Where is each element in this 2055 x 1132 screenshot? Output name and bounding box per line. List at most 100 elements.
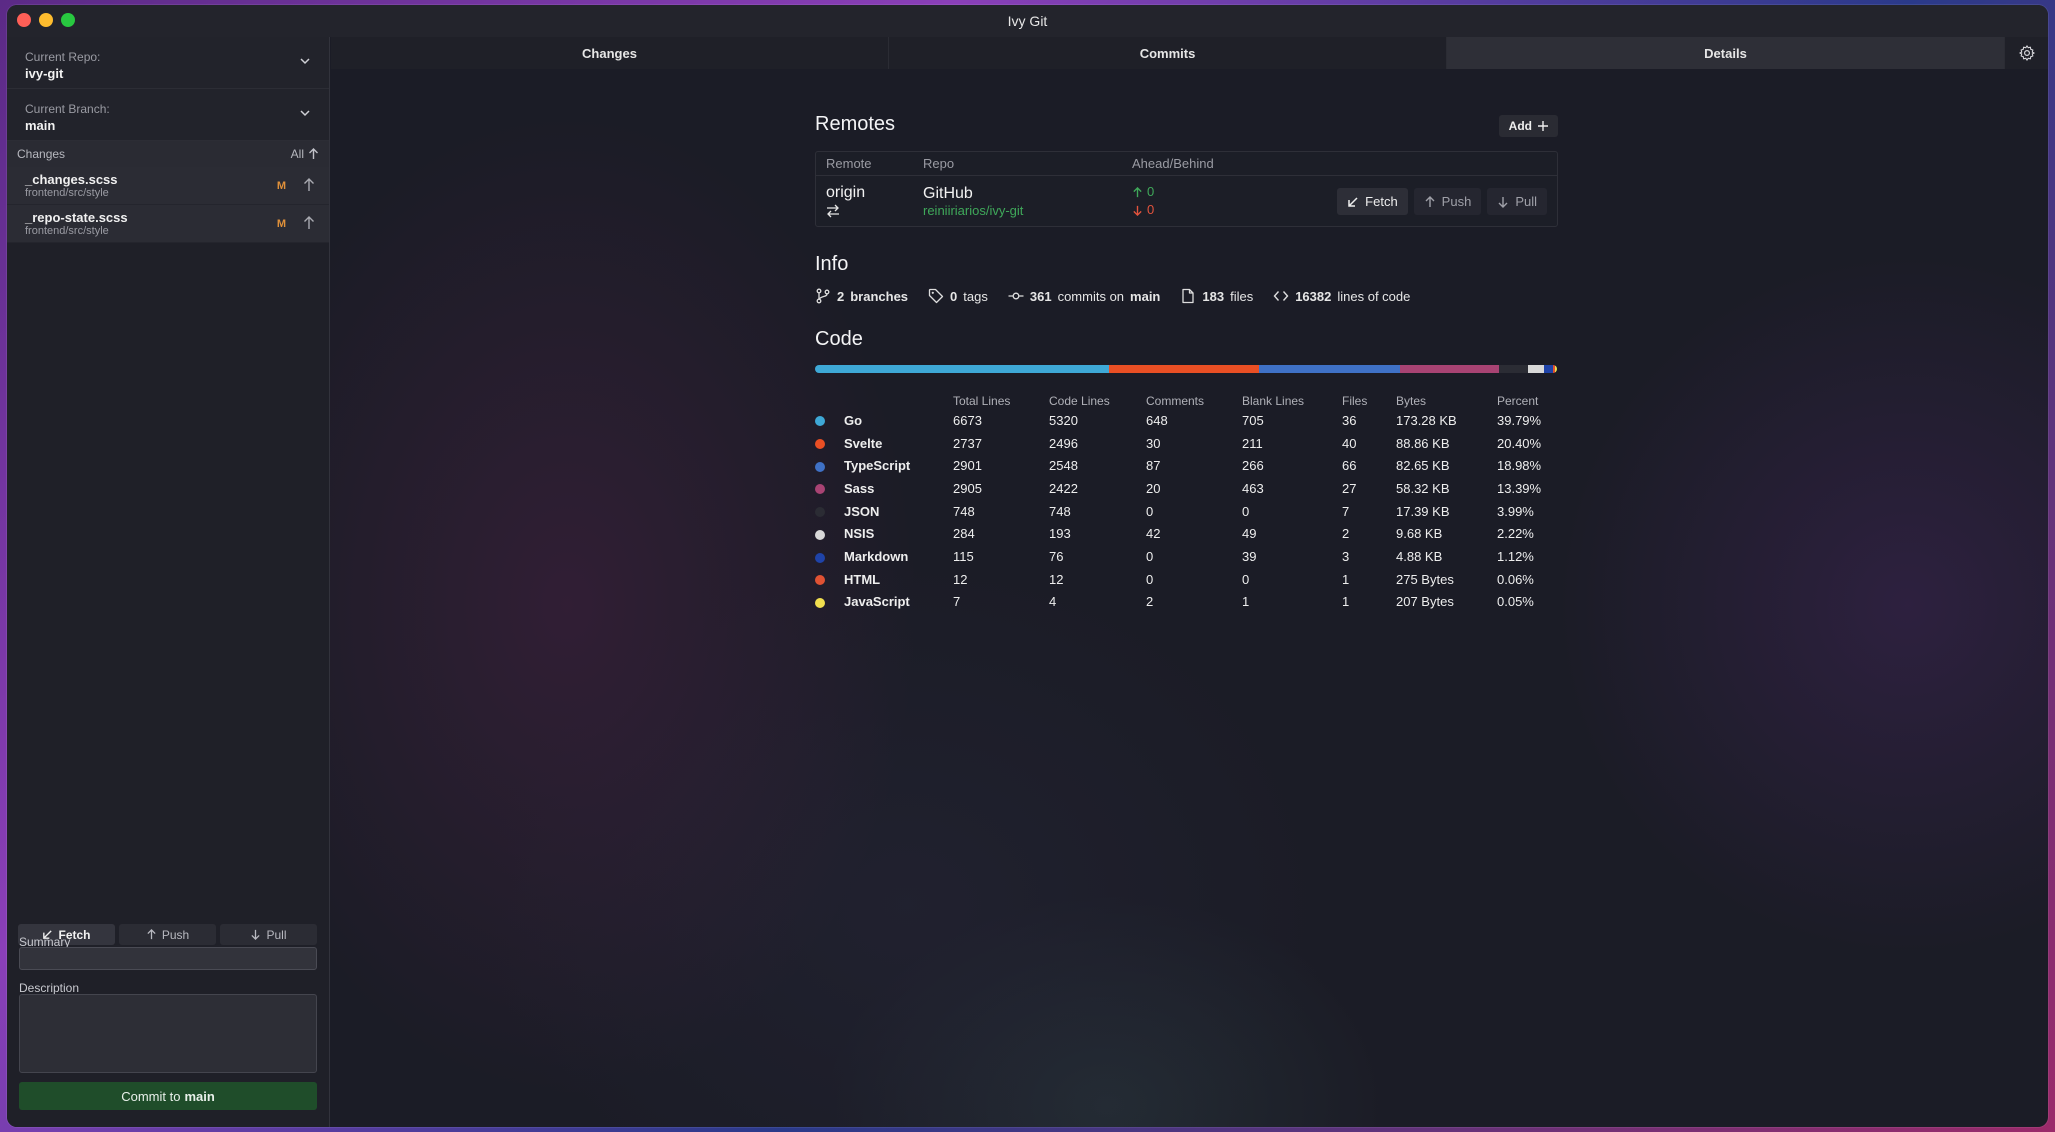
repo-picker[interactable]: Current Repo: ivy-git xyxy=(7,37,329,89)
remote-push-button[interactable]: Push xyxy=(1413,188,1482,215)
arrow-down-icon xyxy=(1133,205,1142,216)
commit-button-branch: main xyxy=(184,1088,215,1104)
language-name: HTML xyxy=(844,571,881,587)
blank-lines-cell: 211 xyxy=(1242,435,1263,451)
percent-cell: 3.99% xyxy=(1497,503,1534,519)
info-title: Info xyxy=(815,253,849,275)
files-cell: 1 xyxy=(1342,571,1350,587)
percent-cell: 18.98% xyxy=(1497,458,1542,474)
branch-picker[interactable]: Current Branch: main xyxy=(7,89,329,141)
file-icon xyxy=(1182,288,1195,304)
sidebar-pull-button[interactable]: Pull xyxy=(220,924,317,945)
tab-commits[interactable]: Commits xyxy=(889,37,1447,69)
close-window-button[interactable] xyxy=(17,13,31,27)
code-lines-cell: 2496 xyxy=(1049,435,1078,451)
remote-fetch-button[interactable]: Fetch xyxy=(1337,188,1408,215)
code-title: Code xyxy=(815,328,863,350)
code-lines-cell: 4 xyxy=(1049,594,1057,610)
tags-label: tags xyxy=(963,288,988,304)
stage-all-button[interactable]: All xyxy=(291,147,319,161)
language-share-segment xyxy=(1527,365,1545,373)
file-path: frontend/src/style xyxy=(25,187,109,199)
language-name-cell: TypeScript xyxy=(815,454,953,477)
total-lines-cell: 115 xyxy=(953,548,974,564)
remote-row: origin GitHub reiniiriarios/ivy-git 0 0 xyxy=(816,176,1557,226)
remote-push-label: Push xyxy=(1441,194,1472,209)
language-name: NSIS xyxy=(844,526,875,542)
lines-count: 16382 xyxy=(1295,288,1332,304)
language-row: JSON 748 748 0 0 7 17.39 KB 3.99% xyxy=(815,500,1557,523)
language-name: JSON xyxy=(844,503,880,519)
percent-cell: 2.22% xyxy=(1497,526,1534,542)
files-cell: 27 xyxy=(1342,480,1357,496)
blank-lines-cell: 0 xyxy=(1242,571,1250,587)
blank-lines-cell: 0 xyxy=(1242,503,1250,519)
settings-button[interactable] xyxy=(2005,37,2048,69)
summary-input[interactable] xyxy=(19,947,317,970)
comments-cell: 42 xyxy=(1146,526,1161,542)
remote-name: origin xyxy=(826,184,866,201)
bytes-cell: 88.86 KB xyxy=(1396,435,1450,451)
files-cell: 1 xyxy=(1342,594,1350,610)
percent-cell: 1.12% xyxy=(1497,548,1534,564)
window-controls xyxy=(17,13,75,27)
language-table: Total Lines Code Lines Comments Blank Li… xyxy=(815,393,1557,613)
branch-picker-value: main xyxy=(25,118,56,133)
ahead-value: 0 xyxy=(1147,184,1155,199)
arrow-down-icon xyxy=(1498,196,1508,208)
commit-button[interactable]: Commit to main xyxy=(19,1082,317,1110)
remote-repo-link[interactable]: reiniiriarios/ivy-git xyxy=(923,203,1132,218)
bytes-cell: 82.65 KB xyxy=(1396,458,1450,474)
stage-file-arrow-up-icon[interactable] xyxy=(303,178,315,192)
add-remote-label: Add xyxy=(1508,119,1532,133)
remote-pull-label: Pull xyxy=(1515,194,1537,209)
total-lines-cell: 2905 xyxy=(953,480,982,496)
tab-details[interactable]: Details xyxy=(1447,37,2005,69)
percent-header: Percent xyxy=(1497,394,1539,408)
language-share-segment xyxy=(1108,365,1260,373)
code-lines-cell: 2422 xyxy=(1049,480,1078,496)
files-header: Files xyxy=(1342,394,1368,408)
remote-fetch-label: Fetch xyxy=(1365,194,1398,209)
language-color-dot xyxy=(815,416,825,427)
sidebar-push-button[interactable]: Push xyxy=(119,924,216,945)
language-row: Sass 2905 2422 20 463 27 58.32 KB 13.39% xyxy=(815,477,1557,500)
comments-cell: 0 xyxy=(1146,548,1154,564)
language-share-segment xyxy=(1259,365,1400,373)
remote-pull-button[interactable]: Pull xyxy=(1487,188,1547,215)
stage-file-arrow-up-icon[interactable] xyxy=(303,216,315,230)
language-table-header: Total Lines Code Lines Comments Blank Li… xyxy=(815,393,1557,409)
branches-label: branches xyxy=(850,288,909,304)
file-path: frontend/src/style xyxy=(25,225,109,237)
remote-actions: Fetch Push Pull xyxy=(1337,188,1547,215)
language-color-dot xyxy=(815,597,825,608)
bytes-cell: 207 Bytes xyxy=(1396,594,1454,610)
repo-column-header: Repo xyxy=(923,156,955,171)
blank-lines-cell: 463 xyxy=(1242,480,1264,496)
remote-host: GitHub xyxy=(923,184,973,202)
sidebar: Current Repo: ivy-git Current Branch: ma… xyxy=(7,37,330,1127)
branch-picker-label: Current Branch: xyxy=(25,102,110,116)
title-bar: Ivy Git xyxy=(7,5,2048,37)
language-name-cell: Markdown xyxy=(815,545,953,568)
language-color-dot xyxy=(815,552,825,563)
changes-label: Changes xyxy=(17,147,66,161)
description-textarea[interactable] xyxy=(19,994,317,1073)
add-remote-button[interactable]: Add xyxy=(1498,115,1558,137)
files-cell: 7 xyxy=(1342,503,1350,519)
commits-branch: main xyxy=(1130,288,1161,304)
commits-count: 361 xyxy=(1029,288,1052,304)
files-count: 183 xyxy=(1202,288,1225,304)
files-cell: 3 xyxy=(1342,548,1350,564)
bytes-header: Bytes xyxy=(1396,394,1427,408)
language-share-segment xyxy=(1498,365,1528,373)
gear-icon xyxy=(2018,45,2035,61)
blank-lines-cell: 49 xyxy=(1242,526,1257,542)
tab-changes[interactable]: Changes xyxy=(331,37,889,69)
file-list-item[interactable]: _changes.scss frontend/src/style M xyxy=(7,167,329,205)
minimize-window-button[interactable] xyxy=(39,13,53,27)
bytes-cell: 4.88 KB xyxy=(1396,548,1443,564)
maximize-window-button[interactable] xyxy=(61,13,75,27)
file-list-item[interactable]: _repo-state.scss frontend/src/style M xyxy=(7,205,329,243)
total-lines-cell: 7 xyxy=(953,594,961,610)
